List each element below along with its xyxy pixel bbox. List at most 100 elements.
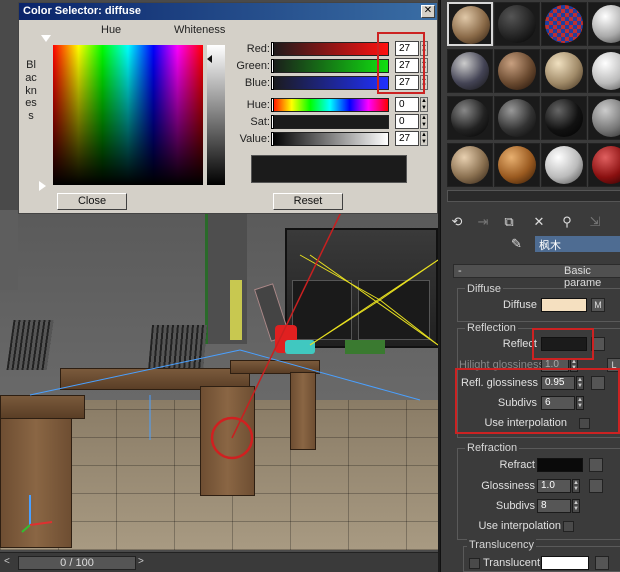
sphere-red (592, 146, 620, 184)
annotation-box-reflect (532, 328, 594, 360)
material-slot-2[interactable] (494, 2, 540, 46)
refraction-subdivs-spinner[interactable]: ▲ ▼ (572, 499, 580, 513)
timeline-prev-icon[interactable]: < (4, 556, 16, 570)
hue-channel-label: Hue: (246, 99, 270, 111)
hue-slider-thumb[interactable] (271, 98, 274, 112)
sat-spinner[interactable]: ▲ ▼ (420, 114, 428, 129)
material-slot-14[interactable] (494, 143, 540, 187)
make-unique-icon[interactable]: ⚲ (557, 212, 577, 232)
slot-scrollbar[interactable] (447, 190, 620, 202)
close-icon[interactable]: ✕ (421, 5, 435, 18)
green-slider[interactable] (271, 59, 389, 73)
close-button[interactable]: Close (57, 193, 127, 210)
material-slot-7[interactable] (541, 49, 587, 93)
collapse-icon: - (458, 265, 462, 277)
put-to-scene-icon[interactable]: ⇥ (473, 212, 493, 232)
material-slot-15[interactable] (541, 143, 587, 187)
glossiness-field[interactable]: 1.0 (537, 479, 571, 493)
time-slider[interactable]: 0 / 100 (18, 556, 136, 570)
glossiness-map-button[interactable] (589, 479, 603, 493)
rollout-title: Basic parame (564, 265, 602, 289)
material-slot-12[interactable] (588, 96, 620, 140)
red-slider[interactable] (271, 42, 389, 56)
hue-slider[interactable] (271, 98, 389, 112)
sat-value-field[interactable]: 0 (395, 114, 419, 129)
red-slider-thumb[interactable] (271, 42, 274, 56)
blackness-label: Blackness (25, 59, 37, 123)
refraction-use-interpolation-label: Use interpolation (478, 520, 561, 532)
translucent-map-button[interactable] (595, 556, 609, 570)
refract-color-swatch[interactable] (537, 458, 583, 472)
sat-label: Sat: (250, 116, 270, 128)
reflection-group-label: Reflection (465, 322, 518, 334)
green-slider-thumb[interactable] (271, 59, 274, 73)
sphere-tan (451, 146, 489, 184)
value-spinner[interactable]: ▲ ▼ (420, 131, 428, 146)
hue-label: Hue (101, 24, 122, 36)
hue-pointer-icon[interactable] (41, 35, 51, 42)
sphere-dark-grey (498, 99, 536, 137)
annotation-box-glossiness (455, 368, 620, 434)
hue-value-field[interactable]: 0 (395, 97, 419, 112)
material-slot-9[interactable] (447, 96, 493, 140)
assign-material-icon[interactable]: ⧉ (499, 212, 519, 232)
material-slot-6[interactable] (494, 49, 540, 93)
refraction-use-interpolation-checkbox[interactable] (563, 521, 574, 532)
refract-map-button[interactable] (589, 458, 603, 472)
sphere-dark-speckle (451, 99, 489, 137)
reset-button[interactable]: Reset (273, 193, 343, 210)
material-editor-panel[interactable]: ⟲ ⇥ ⧉ ✕ ⚲ ⇲ ✎ 枫木 - Basic parame Diffuse … (440, 0, 620, 572)
refract-label: Refract (499, 459, 535, 471)
glossiness-spinner[interactable]: ▲ ▼ (572, 479, 580, 493)
whiteness-pointer-icon[interactable] (207, 55, 212, 63)
material-name-field[interactable]: 枫木 (535, 236, 620, 252)
basic-parameters-rollout[interactable]: - Basic parame (453, 264, 620, 289)
sphere-black (498, 5, 536, 43)
reset-map-icon[interactable]: ✕ (529, 212, 549, 232)
color-preview-swatch (251, 155, 407, 183)
material-slot-11[interactable] (541, 96, 587, 140)
red-label: Red: (246, 43, 270, 55)
axis-gizmo (21, 495, 53, 533)
material-slot-16[interactable] (588, 143, 620, 187)
put-to-library-icon[interactable]: ⇲ (585, 212, 605, 232)
value-value-field[interactable]: 27 (395, 131, 419, 146)
value-slider-thumb[interactable] (271, 132, 274, 146)
value-slider[interactable] (271, 132, 389, 146)
sat-slider[interactable] (271, 115, 389, 129)
sat-slider-thumb[interactable] (271, 115, 274, 129)
blue-slider[interactable] (271, 76, 389, 90)
sphere-cream (545, 52, 583, 90)
material-slot-8[interactable] (588, 49, 620, 93)
sphere-black-2 (545, 99, 583, 137)
hue-spinner[interactable]: ▲ ▼ (420, 97, 428, 112)
color-selector-dialog[interactable]: Color Selector: diffuse ✕ Hue Whiteness … (18, 2, 438, 214)
dialog-title[interactable]: Color Selector: diffuse (19, 3, 437, 20)
diffuse-map-button[interactable]: M (591, 298, 605, 312)
blue-slider-thumb[interactable] (271, 76, 274, 90)
eyedropper-icon[interactable]: ✎ (511, 236, 531, 252)
translucent-color-swatch[interactable] (541, 556, 589, 570)
translucency-checkbox[interactable] (469, 558, 480, 569)
whiteness-label: Whiteness (174, 24, 226, 36)
material-slot-10[interactable] (494, 96, 540, 140)
material-toolbar: ⟲ ⇥ ⧉ ✕ ⚲ ⇲ (445, 212, 620, 232)
material-slot-3[interactable] (541, 2, 587, 46)
timeline-next-icon[interactable]: > (138, 556, 150, 570)
material-slot-5[interactable] (447, 49, 493, 93)
timeline-bar: < 0 / 100 > (0, 552, 438, 572)
material-slot-13[interactable] (447, 143, 493, 187)
refraction-subdivs-field[interactable]: 8 (537, 499, 571, 513)
blue-gizmo-lines (29, 349, 421, 440)
sphere-orange-wood (498, 146, 536, 184)
blackness-pointer-icon[interactable] (39, 181, 46, 191)
hue-blackness-field[interactable] (53, 45, 203, 185)
annotation-box-rgb (377, 32, 425, 94)
material-slot-1[interactable] (447, 2, 493, 46)
get-material-icon[interactable]: ⟲ (447, 212, 467, 232)
whiteness-bar[interactable] (207, 45, 225, 185)
diffuse-color-swatch[interactable] (541, 298, 587, 312)
diffuse-label: Diffuse (502, 299, 537, 311)
reflect-label: Reflect (502, 338, 537, 350)
material-slot-4[interactable] (588, 2, 620, 46)
